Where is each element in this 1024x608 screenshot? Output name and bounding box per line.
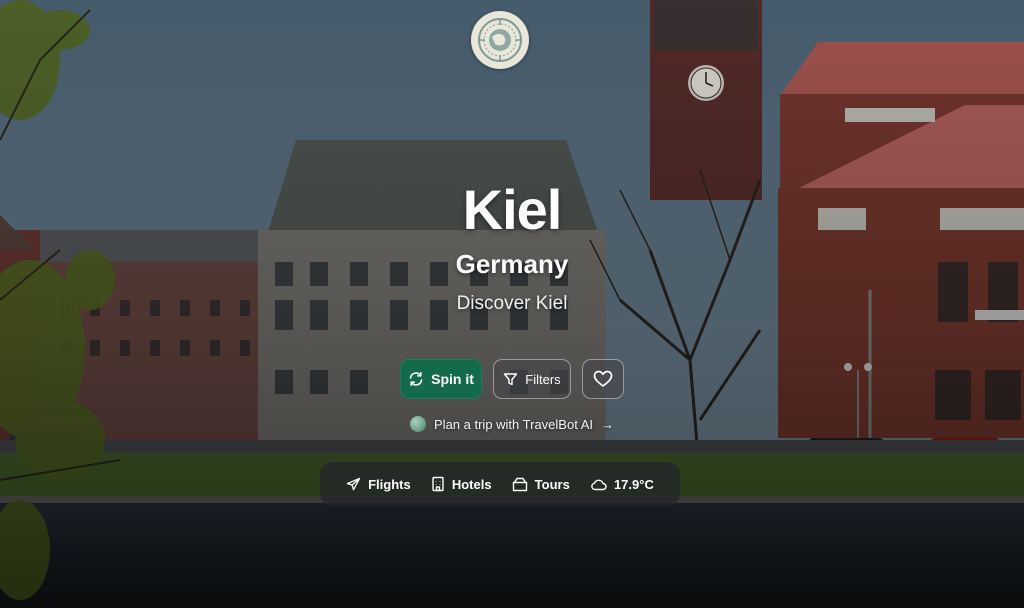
city-title: Kiel xyxy=(462,178,563,241)
heart-icon xyxy=(593,370,613,388)
hotels-link[interactable]: Hotels xyxy=(431,476,492,492)
site-logo[interactable] xyxy=(471,11,529,69)
favorite-button[interactable] xyxy=(582,359,624,399)
tours-link[interactable]: Tours xyxy=(512,477,570,492)
arrow-right-icon: → xyxy=(600,416,614,432)
globe-compass-icon xyxy=(477,17,523,63)
bottom-quick-links: Flights Hotels Tours 17.9°C xyxy=(320,462,680,506)
plane-icon xyxy=(346,477,361,492)
travelbot-avatar xyxy=(410,416,427,432)
action-buttons: Spin it Filters xyxy=(0,359,1024,399)
country-subtitle: Germany xyxy=(455,249,569,279)
flights-label: Flights xyxy=(368,476,411,492)
weather-readout: 17.9°C xyxy=(590,477,654,492)
building-icon xyxy=(431,476,445,492)
hotels-label: Hotels xyxy=(451,476,492,492)
refresh-icon xyxy=(408,371,424,387)
travelbot-ai-row: Plan a trip with TravelBot AI → xyxy=(0,416,1024,432)
travelbot-ai-label: Plan a trip with TravelBot AI xyxy=(434,416,593,432)
filters-label: Filters xyxy=(525,371,561,387)
spin-it-label: Spin it xyxy=(431,371,474,387)
cloud-icon xyxy=(590,478,607,491)
filter-icon xyxy=(503,372,518,387)
tours-label: Tours xyxy=(534,476,570,492)
filters-button[interactable]: Filters xyxy=(493,359,571,399)
temperature-label: 17.9°C xyxy=(613,476,654,492)
spin-it-button[interactable]: Spin it xyxy=(400,359,482,399)
flights-link[interactable]: Flights xyxy=(346,477,411,492)
ticket-icon xyxy=(512,477,528,492)
travelbot-ai-link[interactable]: Plan a trip with TravelBot AI → xyxy=(410,416,614,432)
tagline: Discover Kiel xyxy=(456,293,568,314)
